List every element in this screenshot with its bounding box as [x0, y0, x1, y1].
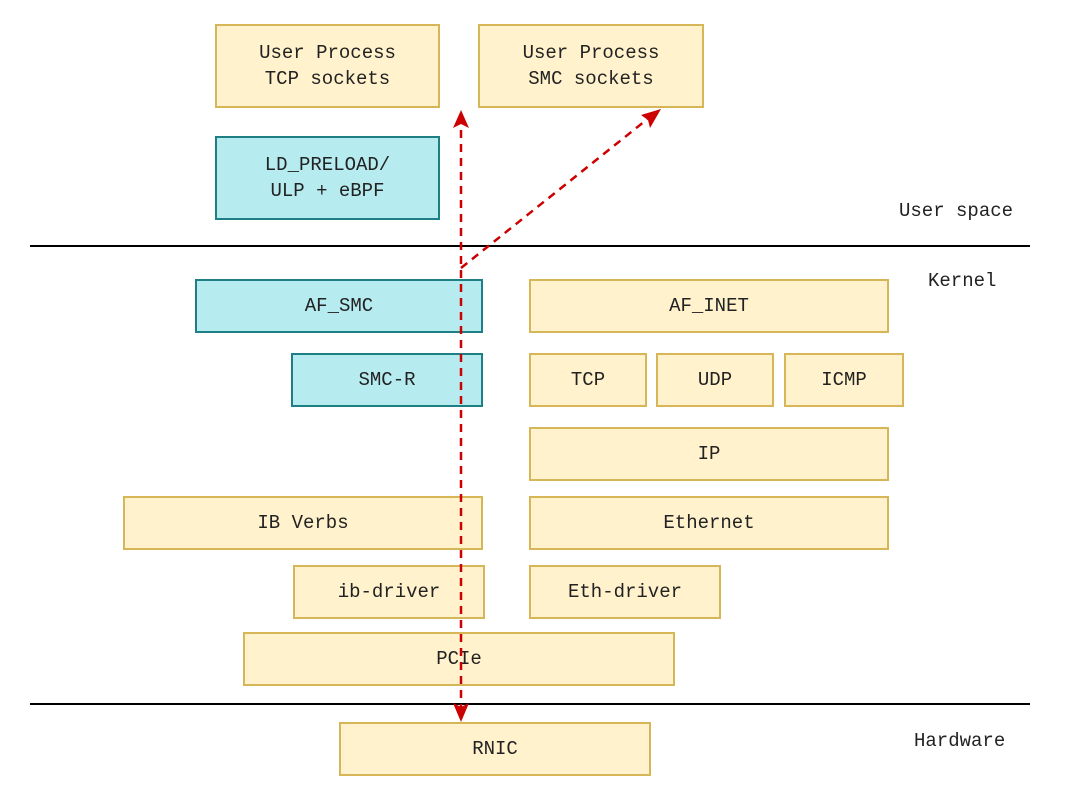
arrows-layer [453, 109, 661, 722]
arrowhead-up-tcp [453, 110, 469, 128]
arrow-redirect-to-smc [460, 116, 651, 269]
arrowhead-smc-sockets [641, 109, 661, 128]
